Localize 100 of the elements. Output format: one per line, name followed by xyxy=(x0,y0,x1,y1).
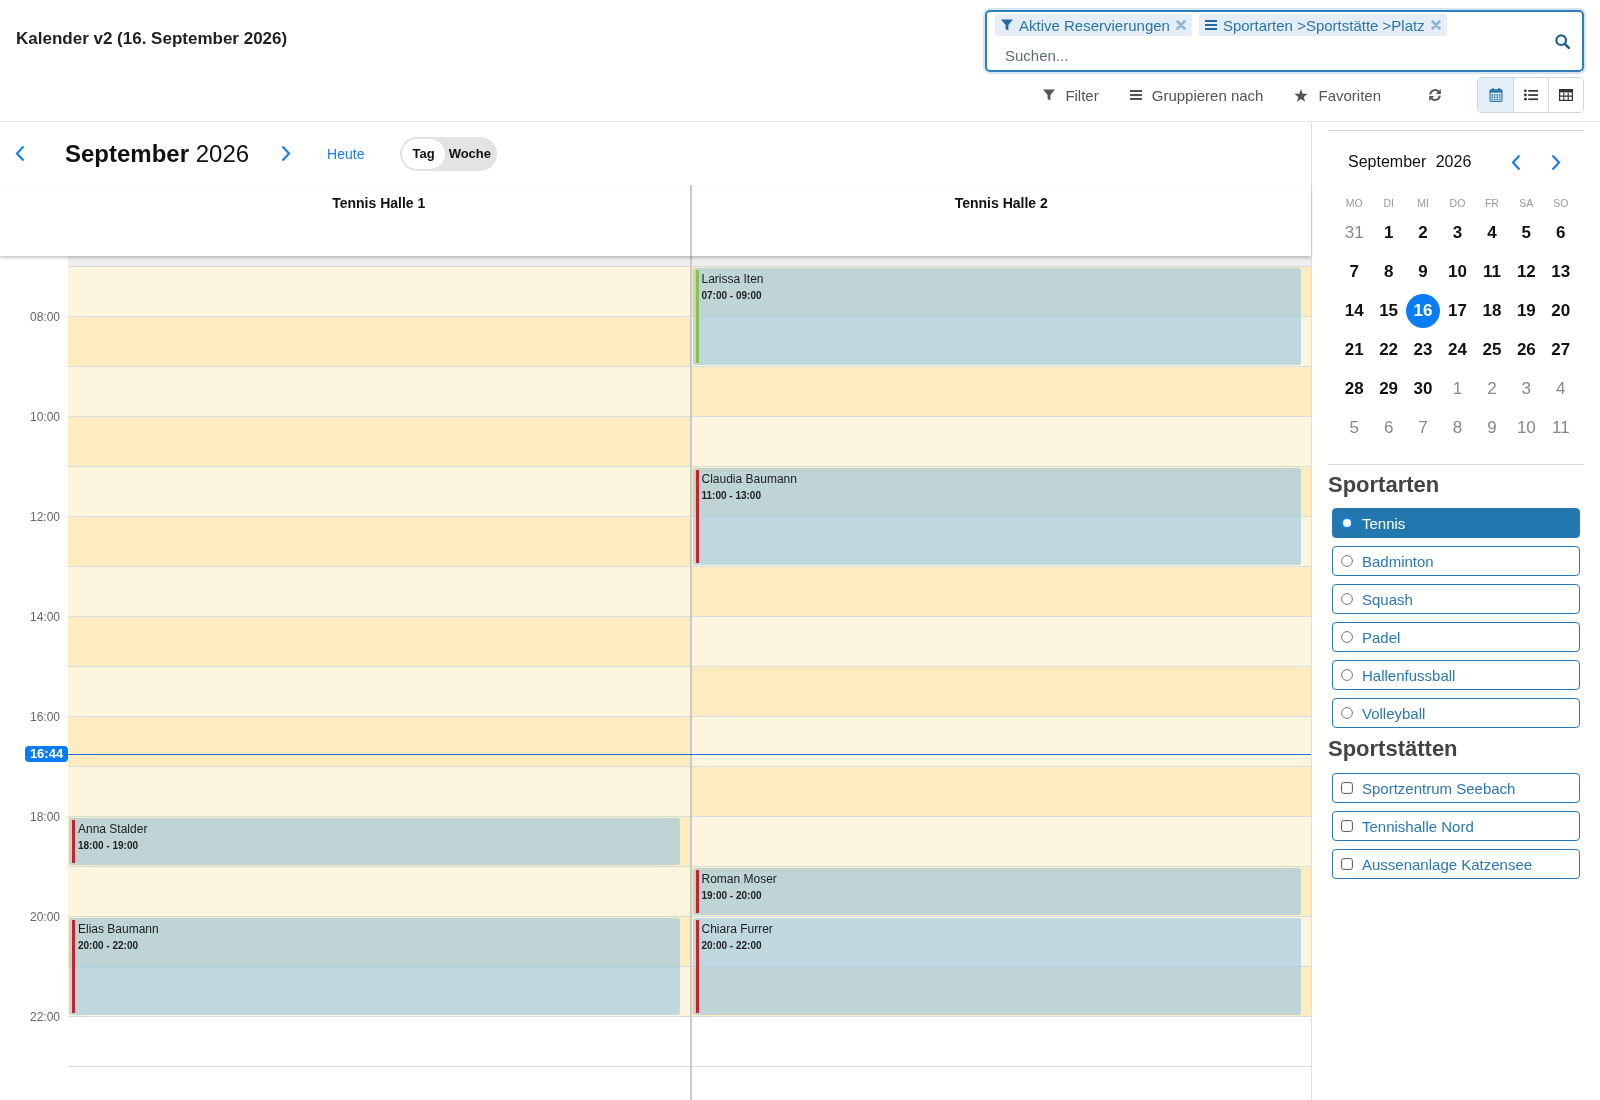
calendar-day[interactable]: 7 xyxy=(1406,410,1441,445)
calendar-day[interactable]: 2 xyxy=(1474,371,1509,406)
filter-option[interactable]: Sportzentrum Seebach xyxy=(1332,773,1580,803)
event-card[interactable]: Chiara Furrer 20:00 - 22:00 xyxy=(692,918,1301,1015)
calendar-day[interactable]: 13 xyxy=(1543,254,1578,289)
calendar-day[interactable]: 4 xyxy=(1474,215,1509,250)
filter-option[interactable]: Squash xyxy=(1332,584,1580,614)
calendar-day[interactable]: 10 xyxy=(1509,410,1544,445)
time-slot[interactable] xyxy=(691,467,1311,517)
calendar-day[interactable]: 23 xyxy=(1406,332,1441,367)
favorites-button[interactable]: Favoriten xyxy=(1294,81,1381,109)
facet-chip[interactable]: Aktive Reservierungen xyxy=(995,14,1192,36)
event-time: 20:00 - 22:00 xyxy=(701,939,762,952)
filter-option[interactable]: Volleyball xyxy=(1332,698,1580,728)
filter-option[interactable]: Aussenanlage Katzensee xyxy=(1332,849,1580,879)
calendar-day[interactable]: 25 xyxy=(1474,332,1509,367)
column-title: Tennis Halle 1 xyxy=(332,195,426,211)
filter-option[interactable]: Tennis xyxy=(1332,508,1580,538)
all-day-cell[interactable] xyxy=(68,256,690,267)
next-button[interactable] xyxy=(280,145,293,162)
checkbox-icon[interactable] xyxy=(1341,820,1353,832)
calendar-day[interactable]: 16 xyxy=(1406,293,1441,328)
calendar-day[interactable]: 30 xyxy=(1406,371,1441,406)
previous-button[interactable] xyxy=(14,145,26,162)
calendar-day[interactable]: 11 xyxy=(1474,254,1509,289)
calendar-day[interactable]: 9 xyxy=(1406,254,1441,289)
calendar-day[interactable]: 6 xyxy=(1543,215,1578,250)
checkbox-icon[interactable] xyxy=(1341,858,1353,870)
time-slot[interactable] xyxy=(68,967,690,1017)
radio-icon xyxy=(1341,707,1353,719)
event-card[interactable]: Roman Moser 19:00 - 20:00 xyxy=(692,868,1301,915)
time-slot[interactable] xyxy=(691,817,1311,867)
calendar-day[interactable]: 3 xyxy=(1440,215,1475,250)
filter-button[interactable]: Filter xyxy=(1043,81,1099,109)
time-slot[interactable] xyxy=(691,917,1311,967)
calendar-day[interactable]: 24 xyxy=(1440,332,1475,367)
calendar-day[interactable]: 5 xyxy=(1509,215,1544,250)
calendar-day[interactable]: 12 xyxy=(1509,254,1544,289)
filter-option[interactable]: Badminton xyxy=(1332,546,1580,576)
month-title: September 2026 xyxy=(65,139,250,168)
calendar-day[interactable]: 4 xyxy=(1543,371,1578,406)
view-button[interactable] xyxy=(1548,78,1583,112)
filter-option[interactable]: Hallenfussball xyxy=(1332,660,1580,690)
calendar-day[interactable]: 26 xyxy=(1509,332,1544,367)
calendar-day[interactable]: 2 xyxy=(1406,215,1441,250)
calendar-day[interactable]: 21 xyxy=(1337,332,1372,367)
calendar-day[interactable]: 3 xyxy=(1509,371,1544,406)
time-slot[interactable] xyxy=(691,517,1311,567)
facet-chip[interactable]: Sportarten >Sportstätte >Platz xyxy=(1198,14,1447,36)
calendar-day[interactable]: 19 xyxy=(1509,293,1544,328)
section-heading: Sportstätten xyxy=(1328,736,1458,762)
event-card[interactable]: Claudia Baumann 11:00 - 13:00 xyxy=(692,468,1301,565)
all-day-cell[interactable] xyxy=(689,256,1311,267)
time-slot[interactable] xyxy=(691,417,1311,467)
calendar-day[interactable]: 8 xyxy=(1371,254,1406,289)
time-slot[interactable] xyxy=(68,917,690,967)
event-time: 11:00 - 13:00 xyxy=(701,489,761,502)
remove-icon[interactable] xyxy=(1430,20,1441,30)
calendar-day[interactable]: 27 xyxy=(1543,332,1578,367)
calendar-day[interactable]: 9 xyxy=(1474,410,1509,445)
calendar-day[interactable]: 15 xyxy=(1371,293,1406,328)
previous-month-button[interactable] xyxy=(1510,153,1522,171)
calendar-day[interactable]: 5 xyxy=(1337,410,1372,445)
search-field[interactable]: Aktive Reservierungen Sportarten >Sportstätte >Platz Suchen... xyxy=(985,10,1584,72)
event-card[interactable]: Larissa Iten 07:00 - 09:00 xyxy=(692,268,1301,365)
calendar-day[interactable]: 1 xyxy=(1440,371,1475,406)
today-button[interactable]: Heute xyxy=(327,145,365,162)
calendar-day[interactable]: 22 xyxy=(1371,332,1406,367)
calendar-day[interactable]: 18 xyxy=(1474,293,1509,328)
search-icon[interactable] xyxy=(1555,33,1570,49)
time-slot[interactable] xyxy=(691,267,1311,317)
remove-icon[interactable] xyxy=(1175,20,1186,30)
next-month-button[interactable] xyxy=(1550,153,1562,171)
time-slot[interactable] xyxy=(691,717,1311,767)
group-by-button[interactable]: Gruppieren nach xyxy=(1129,81,1264,109)
event-card[interactable]: Elias Baumann 20:00 - 22:00 xyxy=(69,918,680,1015)
event-time: 20:00 - 22:00 xyxy=(78,939,139,952)
calendar-day[interactable]: 20 xyxy=(1543,293,1578,328)
filter-option[interactable]: Tennishalle Nord xyxy=(1332,811,1580,841)
calendar-day[interactable]: 28 xyxy=(1337,371,1372,406)
calendar-day[interactable]: 7 xyxy=(1337,254,1372,289)
time-slot[interactable] xyxy=(691,617,1311,667)
time-label: 12:00 xyxy=(29,509,60,525)
calendar-day[interactable]: 6 xyxy=(1371,410,1406,445)
time-slot[interactable] xyxy=(691,967,1311,1017)
calendar-day[interactable]: 1 xyxy=(1371,215,1406,250)
calendar-day[interactable]: 8 xyxy=(1440,410,1475,445)
filter-option[interactable]: Padel xyxy=(1332,622,1580,652)
time-slot[interactable] xyxy=(691,317,1311,367)
scale-tab[interactable]: Tag xyxy=(402,138,445,169)
calendar-day[interactable]: 11 xyxy=(1543,410,1578,445)
calendar-day[interactable]: 14 xyxy=(1337,293,1372,328)
checkbox-icon[interactable] xyxy=(1341,782,1353,794)
calendar-day[interactable]: 17 xyxy=(1440,293,1475,328)
calendar-day[interactable]: 10 xyxy=(1440,254,1475,289)
calendar-day[interactable]: 29 xyxy=(1371,371,1406,406)
calendar-day[interactable]: 31 xyxy=(1337,215,1372,250)
event-card[interactable]: Anna Stalder 18:00 - 19:00 xyxy=(69,818,680,865)
scale-tab[interactable]: Woche xyxy=(444,138,495,169)
weekday-label: SA xyxy=(1519,197,1534,209)
